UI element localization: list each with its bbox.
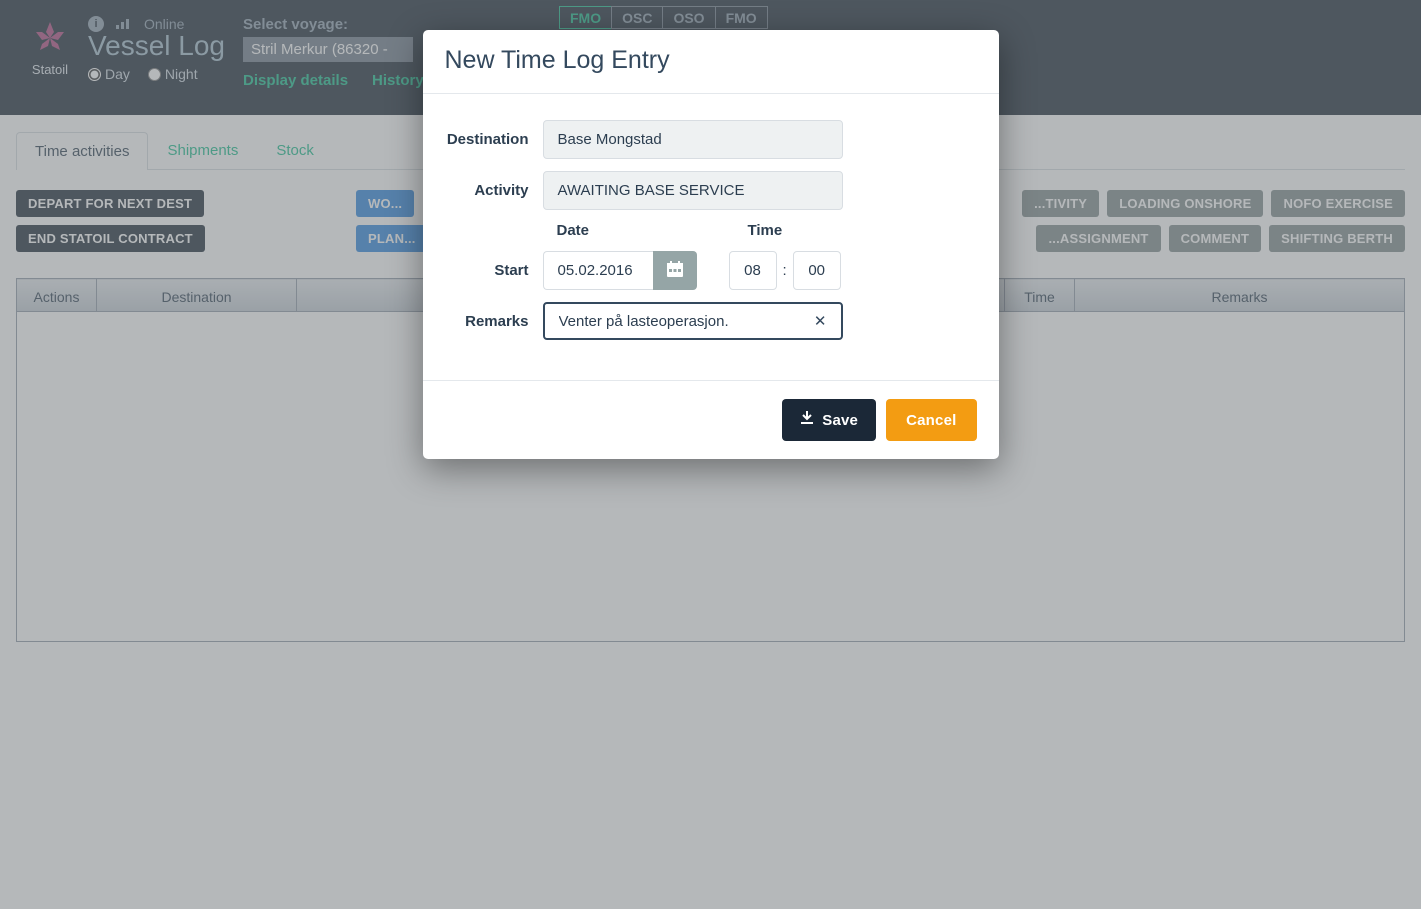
calendar-button[interactable] (653, 251, 697, 290)
remarks-label: Remarks (445, 313, 543, 330)
start-minute-input[interactable] (793, 251, 841, 290)
modal-footer: Save Cancel (423, 380, 999, 459)
modal-body: Destination Base Mongstad Activity AWAIT… (423, 94, 999, 380)
new-time-log-modal: New Time Log Entry Destination Base Mong… (423, 30, 999, 459)
destination-label: Destination (445, 131, 543, 148)
activity-field[interactable]: AWAITING BASE SERVICE (543, 171, 843, 210)
start-hour-input[interactable] (729, 251, 777, 290)
calendar-icon (666, 260, 684, 281)
clear-remarks-icon[interactable]: ✕ (810, 312, 831, 330)
remarks-field-wrap: ✕ (543, 302, 843, 340)
save-button-label: Save (822, 412, 858, 429)
modal-overlay[interactable]: New Time Log Entry Destination Base Mong… (0, 0, 1421, 909)
remarks-input[interactable] (559, 313, 810, 330)
destination-field[interactable]: Base Mongstad (543, 120, 843, 159)
download-icon (800, 411, 814, 429)
modal-title: New Time Log Entry (445, 46, 977, 75)
activity-label: Activity (445, 182, 543, 199)
start-label: Start (445, 262, 543, 279)
start-date-input[interactable] (543, 251, 653, 290)
time-separator: : (783, 262, 787, 279)
time-sublabel: Time (748, 222, 783, 239)
cancel-button-label: Cancel (906, 412, 956, 429)
date-sublabel: Date (557, 222, 747, 239)
cancel-button[interactable]: Cancel (886, 399, 976, 441)
save-button[interactable]: Save (782, 399, 876, 441)
modal-header: New Time Log Entry (423, 30, 999, 94)
